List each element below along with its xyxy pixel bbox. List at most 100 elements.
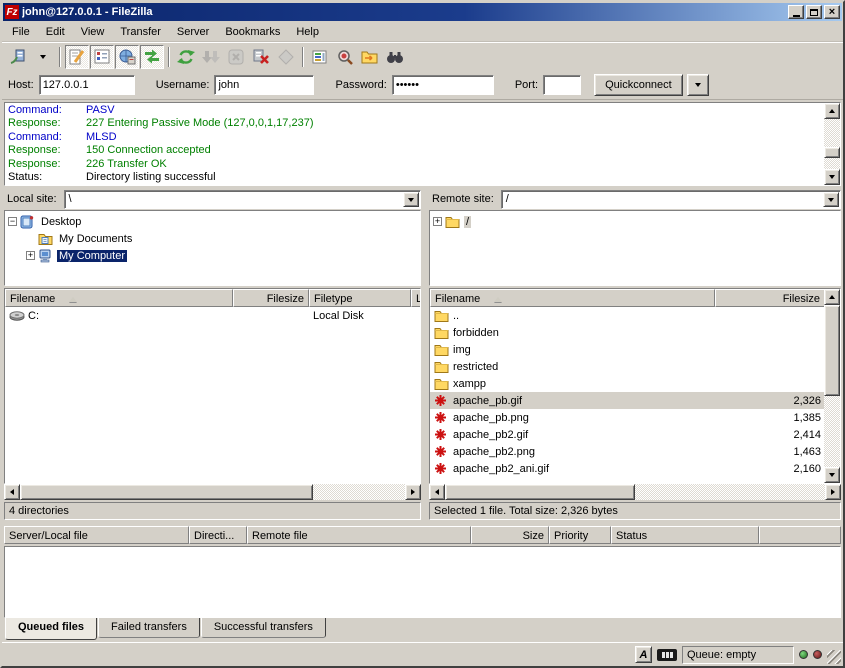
scroll-right-button[interactable] (405, 484, 421, 500)
file-row[interactable]: apache_pb2.gif2,414 (430, 426, 824, 443)
file-row[interactable]: apache_pb2_ani.gif2,160 (430, 460, 824, 477)
queue-column-server-local-file[interactable]: Server/Local file (4, 526, 189, 544)
scroll-up-button[interactable] (824, 103, 840, 119)
tree-item[interactable]: +/ (431, 213, 839, 230)
speed-limits-icon[interactable] (657, 649, 677, 661)
remote-site-dropdown[interactable] (823, 192, 839, 207)
tree-item[interactable]: My Documents (6, 230, 419, 247)
toggle-remote-tree-icon[interactable] (115, 45, 139, 69)
file-row[interactable]: apache_pb2.png1,463 (430, 443, 824, 460)
site-manager-dropdown-icon[interactable] (31, 45, 55, 69)
tab-successful-transfers[interactable]: Successful transfers (201, 618, 326, 638)
disconnect-icon[interactable] (249, 45, 273, 69)
remote-file-list: FilenameFilesize ..forbiddenimgrestricte… (429, 288, 841, 484)
column-header-filename[interactable]: Filename (5, 289, 233, 307)
queue-column-blank[interactable] (759, 526, 841, 544)
data-type-indicator-icon[interactable]: A (635, 646, 652, 663)
site-manager-icon[interactable] (6, 45, 30, 69)
column-header-filesize[interactable]: Filesize (715, 289, 825, 307)
scroll-right-button[interactable] (825, 484, 841, 500)
folder-icon (434, 309, 451, 322)
process-queue-icon[interactable] (199, 45, 223, 69)
port-input[interactable] (543, 75, 581, 95)
file-row[interactable]: img (430, 341, 824, 358)
scroll-up-button[interactable] (824, 289, 840, 305)
quickconnect-dropdown-button[interactable] (687, 74, 709, 96)
menu-view[interactable]: View (73, 24, 113, 40)
menu-transfer[interactable]: Transfer (112, 24, 169, 40)
log-line-text: 150 Connection accepted (86, 144, 211, 157)
column-header-filetype[interactable]: Filetype (309, 289, 411, 307)
host-input[interactable] (39, 75, 135, 95)
expand-icon[interactable]: + (26, 251, 35, 260)
tree-item[interactable]: + My Computer (6, 247, 419, 264)
file-row[interactable]: forbidden (430, 324, 824, 341)
maximize-button[interactable] (806, 5, 822, 19)
tab-queued-files[interactable]: Queued files (5, 618, 97, 640)
scrollbar-thumb[interactable] (824, 147, 840, 158)
file-row[interactable]: xampp (430, 375, 824, 392)
title-bar[interactable]: Fz john@127.0.0.1 - FileZilla × (3, 3, 842, 21)
log-line-label: Response: (8, 117, 86, 130)
file-row[interactable]: C:Local Disk (5, 307, 420, 324)
remote-hscrollbar[interactable] (429, 484, 841, 500)
menu-file[interactable]: File (4, 24, 38, 40)
menu-bookmarks[interactable]: Bookmarks (217, 24, 288, 40)
expand-icon[interactable]: + (433, 217, 442, 226)
minimize-button[interactable] (788, 5, 804, 19)
queue-column-priority[interactable]: Priority (549, 526, 611, 544)
log-line-text: 226 Transfer OK (86, 158, 167, 171)
menu-help[interactable]: Help (288, 24, 327, 40)
reconnect-icon[interactable] (274, 45, 298, 69)
toggle-local-tree-icon[interactable] (90, 45, 114, 69)
directory-comparison-icon[interactable] (333, 45, 357, 69)
quickconnect-button[interactable]: Quickconnect (594, 74, 683, 96)
scroll-down-button[interactable] (824, 467, 840, 483)
pane-splitter[interactable] (421, 188, 429, 520)
tree-item[interactable]: −Desktop (6, 213, 419, 230)
local-hscrollbar[interactable] (4, 484, 421, 500)
toolbar-separator (302, 47, 304, 67)
column-header-filesize[interactable]: Filesize (233, 289, 309, 307)
find-files-icon[interactable] (383, 45, 407, 69)
column-header-l[interactable]: L (411, 289, 421, 307)
message-log-scrollbar[interactable] (824, 103, 840, 185)
close-button[interactable]: × (824, 5, 840, 19)
scroll-left-button[interactable] (4, 484, 20, 500)
password-input[interactable] (392, 75, 494, 95)
queue-column-label: Directi... (194, 530, 234, 542)
menu-edit[interactable]: Edit (38, 24, 73, 40)
username-input[interactable] (214, 75, 314, 95)
toggle-message-log-icon[interactable] (65, 45, 89, 69)
refresh-icon[interactable] (174, 45, 198, 69)
synchronized-browsing-icon[interactable] (358, 45, 382, 69)
column-header-filename[interactable]: Filename (430, 289, 715, 307)
queue-column-directi-[interactable]: Directi... (189, 526, 247, 544)
tab-failed-transfers[interactable]: Failed transfers (98, 618, 200, 638)
file-row[interactable]: restricted (430, 358, 824, 375)
local-site-combo[interactable]: \ (64, 190, 421, 209)
scroll-down-button[interactable] (824, 169, 840, 185)
resize-grip-icon[interactable] (827, 650, 841, 664)
scrollbar-thumb[interactable] (20, 484, 313, 500)
menu-server[interactable]: Server (169, 24, 217, 40)
file-row[interactable]: .. (430, 307, 824, 324)
toggle-transfer-queue-icon[interactable] (140, 45, 164, 69)
queue-column-remote-file[interactable]: Remote file (247, 526, 471, 544)
collapse-icon[interactable]: − (8, 217, 17, 226)
cancel-operation-icon[interactable] (224, 45, 248, 69)
scroll-left-button[interactable] (429, 484, 445, 500)
local-list-body: C:Local Disk (5, 307, 420, 483)
file-row[interactable]: apache_pb.png1,385 (430, 409, 824, 426)
directory-listing-filters-icon[interactable] (308, 45, 332, 69)
log-line: Response:227 Entering Passive Mode (127,… (8, 117, 821, 130)
local-site-dropdown[interactable] (403, 192, 419, 207)
remote-site-combo[interactable]: / (501, 190, 841, 209)
scrollbar-thumb[interactable] (445, 484, 635, 500)
remote-vscrollbar[interactable] (824, 289, 840, 483)
scrollbar-thumb[interactable] (824, 305, 840, 396)
queue-column-size[interactable]: Size (471, 526, 549, 544)
file-row[interactable]: apache_pb.gif2,326 (430, 392, 824, 409)
tree-item-label: My Computer (57, 250, 127, 262)
queue-column-status[interactable]: Status (611, 526, 759, 544)
